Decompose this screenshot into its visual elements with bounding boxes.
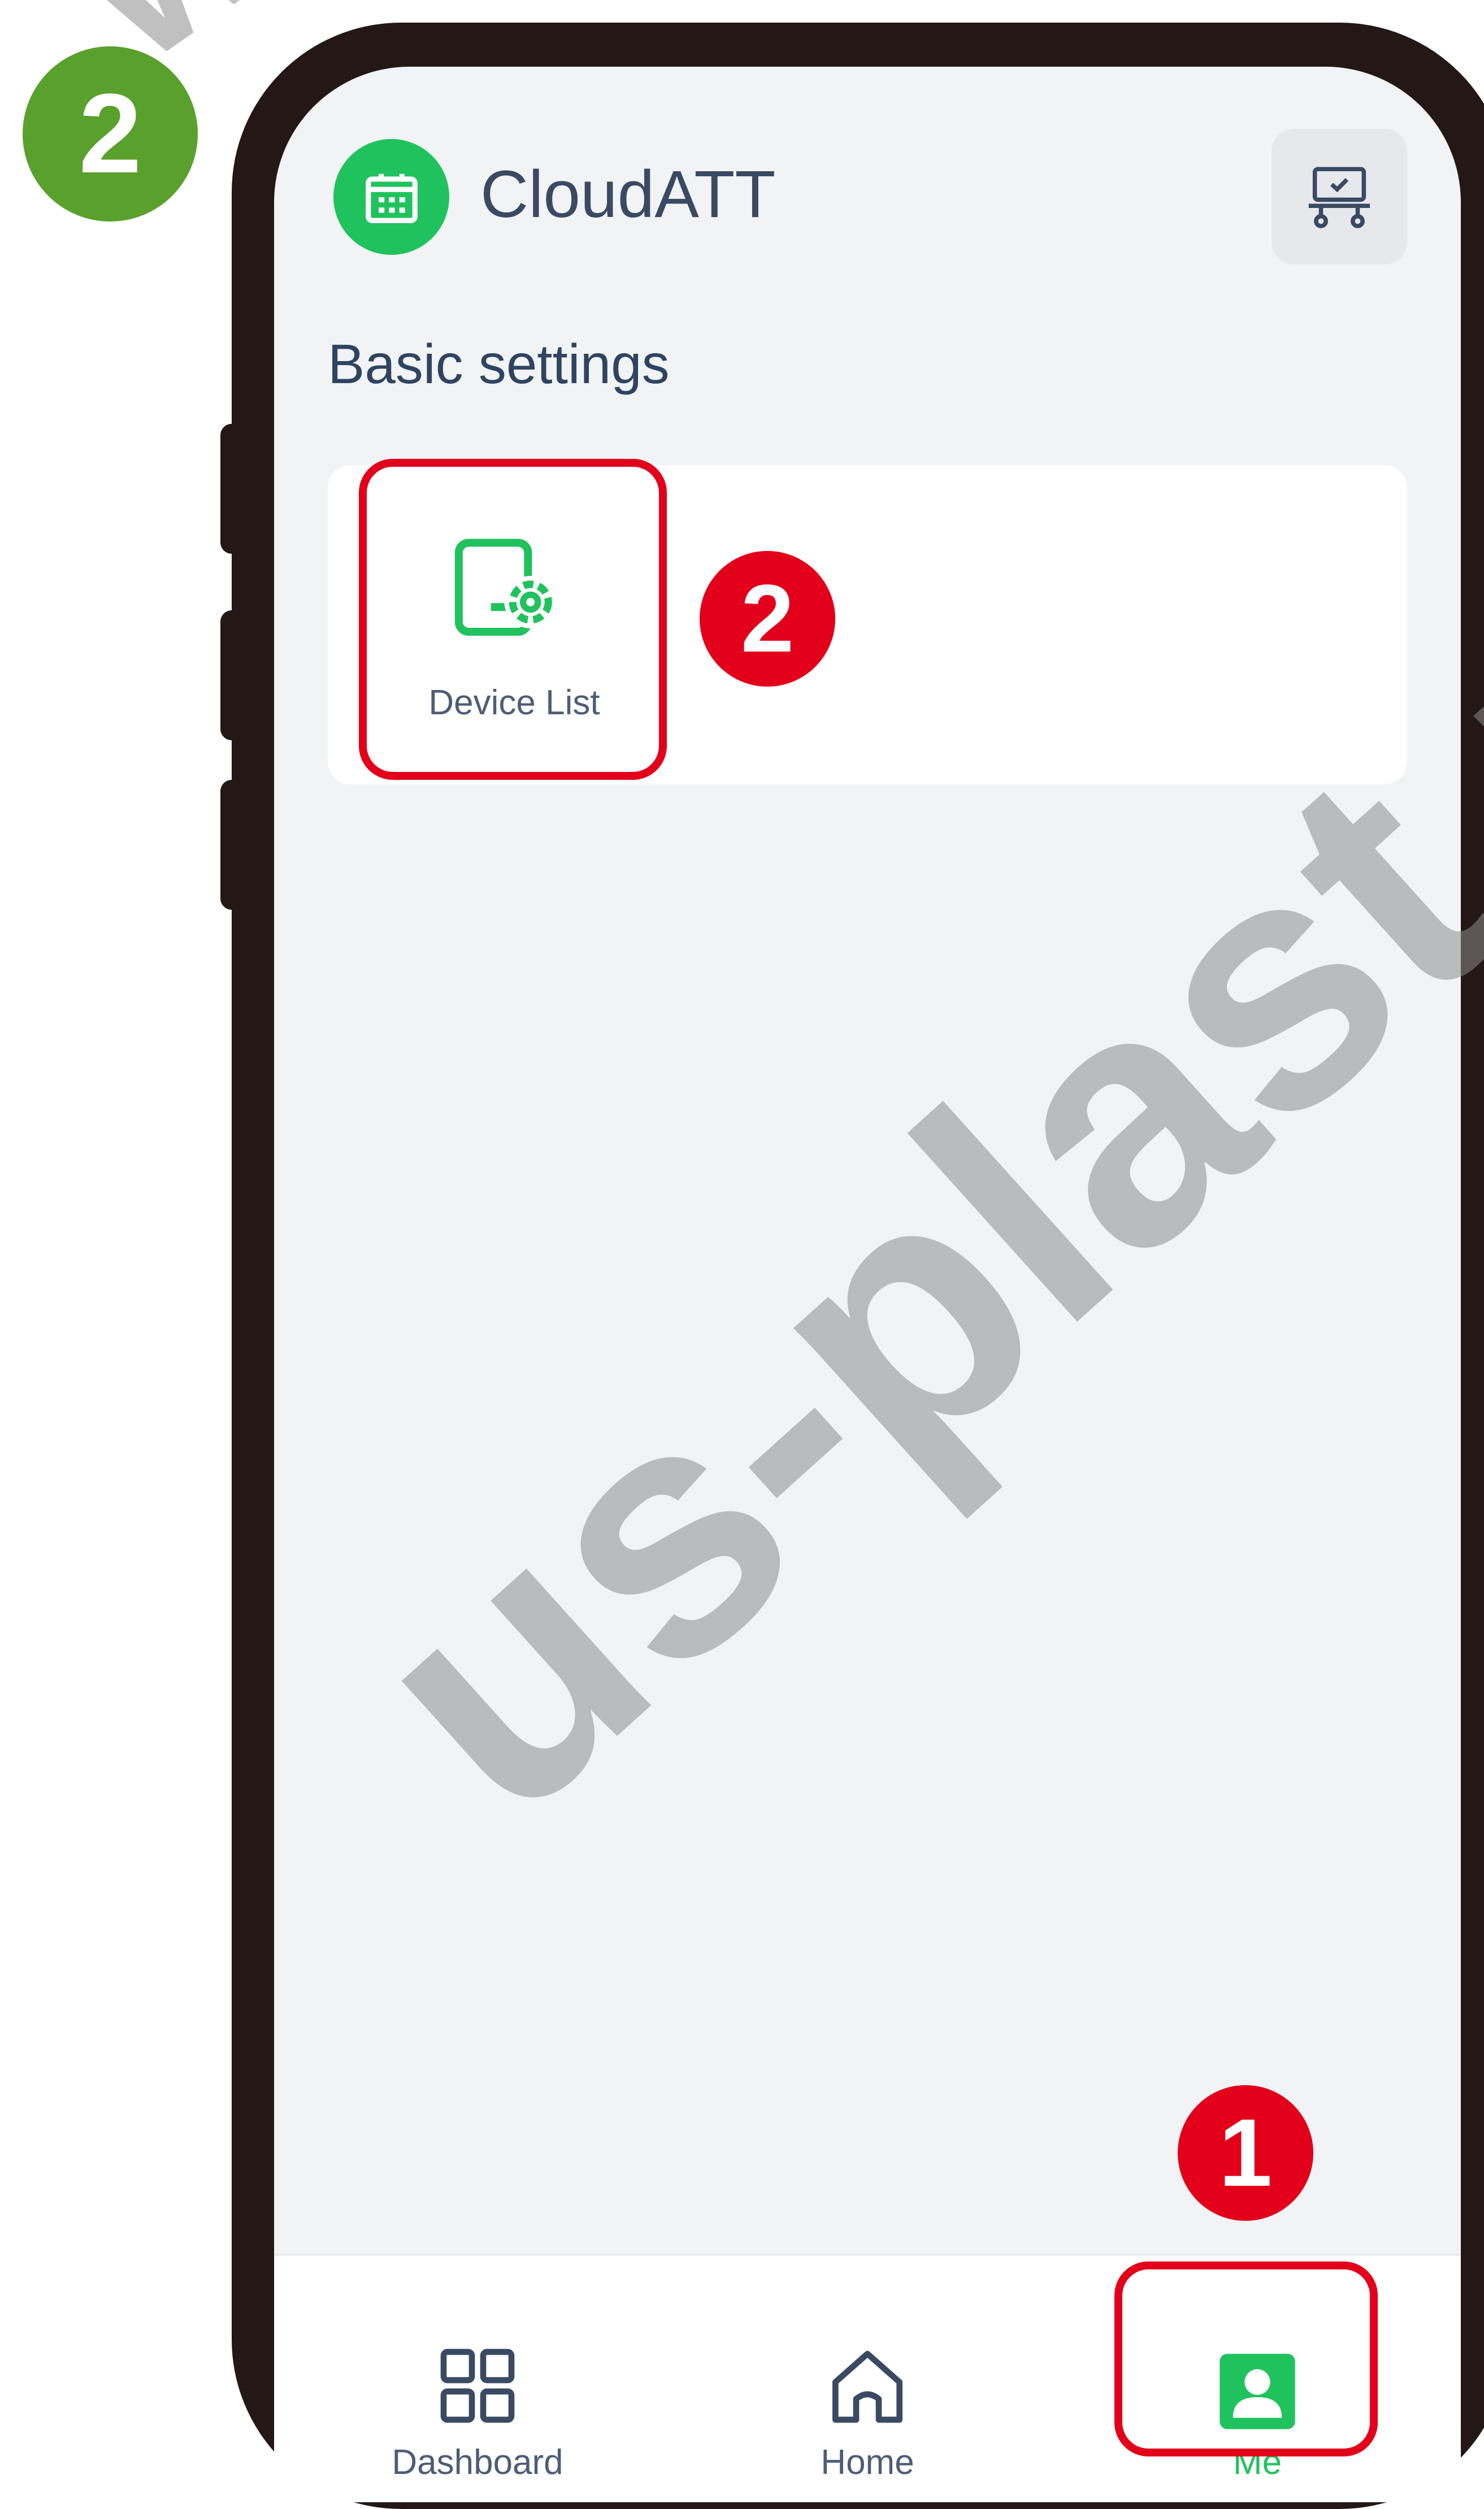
callout-me-tab: 1 <box>1178 2085 1313 2221</box>
device-list-highlight <box>359 459 667 780</box>
calendar-icon <box>333 139 449 255</box>
section-title: Basic settings <box>328 333 670 395</box>
me-tab-highlight <box>1114 2261 1378 2456</box>
nav-item-dashboard[interactable]: Dashboard <box>365 2256 591 2502</box>
app-title: CloudATT <box>480 157 776 232</box>
device-monitor-button[interactable] <box>1272 129 1407 264</box>
nav-label-home: Home <box>821 2443 914 2482</box>
nav-item-home[interactable]: Home <box>754 2256 980 2502</box>
step-badge: 2 <box>23 46 198 222</box>
grid-icon <box>440 2349 515 2423</box>
callout-device-list: 2 <box>700 551 835 687</box>
home-icon <box>832 2351 902 2423</box>
nav-label-dashboard: Dashboard <box>392 2443 563 2482</box>
device-monitor-icon <box>1308 167 1370 228</box>
